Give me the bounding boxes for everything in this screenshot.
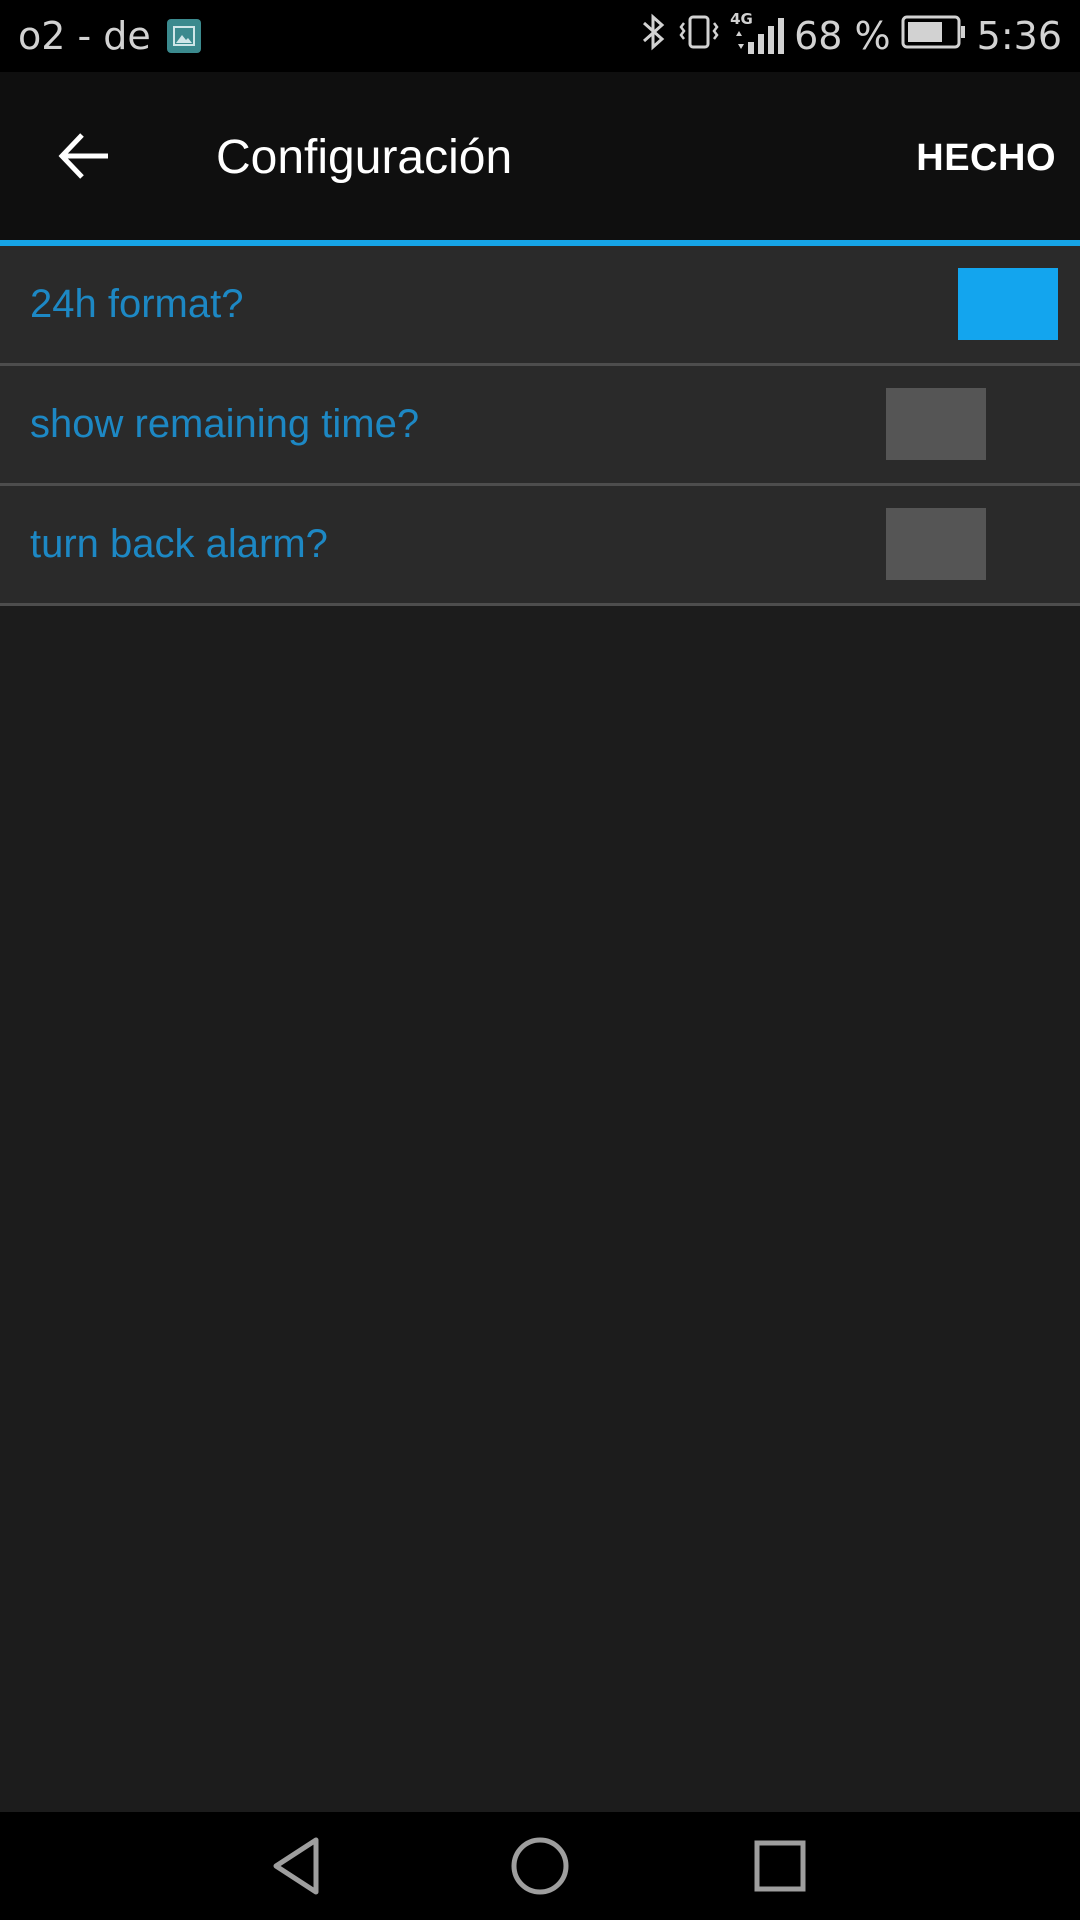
- bluetooth-icon: [640, 11, 668, 62]
- vibrate-icon: [678, 11, 720, 62]
- nav-home-button[interactable]: [500, 1826, 580, 1906]
- status-bar-left: o2 - de: [18, 0, 201, 72]
- gallery-notification-icon: [166, 19, 201, 53]
- arrow-left-icon: [58, 133, 108, 179]
- home-circle-icon: [511, 1837, 569, 1895]
- navigation-bar: [0, 1812, 1080, 1920]
- setting-row-24h-format[interactable]: 24h format?: [0, 246, 1080, 366]
- clock: 5:36: [976, 14, 1062, 58]
- setting-row-turn-back-alarm[interactable]: turn back alarm?: [0, 486, 1080, 606]
- battery-icon: [901, 14, 967, 59]
- battery-percentage: 68 %: [794, 14, 891, 58]
- page-title: Configuración: [216, 131, 513, 184]
- show-remaining-time-checkbox[interactable]: [886, 388, 986, 460]
- setting-label: show remaining time?: [30, 402, 420, 446]
- signal-icon: 4G: [730, 0, 785, 72]
- setting-label: turn back alarm?: [30, 522, 328, 566]
- status-bar: o2 - de 4G 68 % 5:36: [0, 0, 1080, 72]
- settings-screen: o2 - de 4G 68 % 5:36 Configuración HECHO…: [0, 0, 1080, 1920]
- setting-label: 24h format?: [30, 282, 244, 326]
- setting-row-show-remaining-time[interactable]: show remaining time?: [0, 366, 1080, 486]
- carrier-name: o2 - de: [18, 14, 151, 58]
- back-triangle-icon: [273, 1837, 319, 1895]
- turn-back-alarm-checkbox[interactable]: [886, 508, 986, 580]
- app-bar: Configuración HECHO: [0, 72, 1080, 240]
- nav-back-button[interactable]: [260, 1826, 340, 1906]
- 24h-format-checkbox[interactable]: [958, 268, 1058, 340]
- nav-recents-button[interactable]: [740, 1826, 820, 1906]
- settings-list: 24h format? show remaining time? turn ba…: [0, 246, 1080, 606]
- status-bar-right: 4G 68 % 5:36: [640, 0, 1062, 72]
- done-button[interactable]: HECHO: [916, 128, 1056, 188]
- recents-square-icon: [754, 1840, 806, 1892]
- back-button[interactable]: [40, 116, 128, 196]
